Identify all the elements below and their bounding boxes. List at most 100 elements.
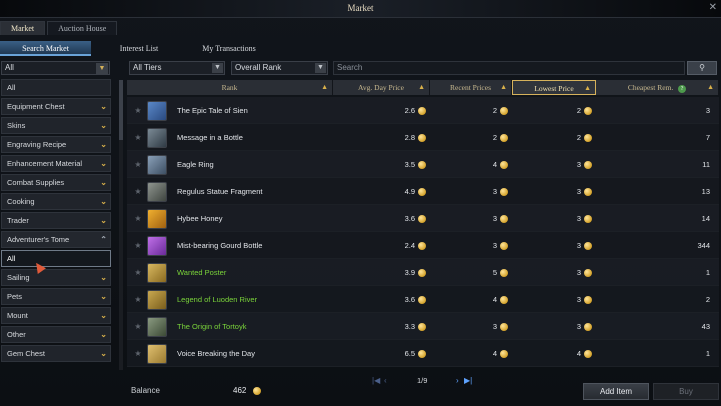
table-row[interactable]: ★ Hybee Honey 3.6 3 3 14 — [127, 205, 719, 232]
column-lowest-price[interactable]: Lowest Price ▲ — [512, 80, 596, 95]
favorite-star-icon[interactable]: ★ — [133, 205, 143, 232]
rank-dropdown[interactable]: Overall Rank ▼ — [231, 61, 328, 75]
category-other[interactable]: Other ⌄ — [1, 326, 111, 343]
category-adventurers-tome[interactable]: Adventurer's Tome ⌃ — [1, 231, 111, 248]
table-row[interactable]: ★ The Epic Tale of Sien 2.6 2 2 3 — [127, 97, 719, 124]
avg-price-cell: 3.6 — [333, 286, 430, 313]
column-rank[interactable]: Rank ▲ — [127, 80, 333, 95]
recent-price-value: 3 — [492, 187, 497, 196]
lowest-price-value: 3 — [576, 241, 581, 250]
item-name: Wanted Poster — [177, 268, 227, 277]
favorite-star-icon[interactable]: ★ — [133, 340, 143, 367]
table-row[interactable]: ★ Legend of Luoden River 3.6 4 3 2 — [127, 286, 719, 313]
category-gem-chest[interactable]: Gem Chest ⌄ — [1, 345, 111, 362]
column-avg-day-price[interactable]: Avg. Day Price ▲ — [333, 80, 430, 95]
cheapest-rem-value: 344 — [697, 241, 710, 250]
chevron-down-icon: ⌄ — [100, 216, 107, 225]
category-mount[interactable]: Mount ⌄ — [1, 307, 111, 324]
lowest-price-cell: 2 — [512, 124, 596, 151]
column-cheapest-rem[interactable]: Cheapest Rem. ? ▲ — [596, 80, 719, 95]
table-row[interactable]: ★ Eagle Ring 3.5 4 3 11 — [127, 151, 719, 178]
market-window: Market ✕ Market Auction House Search Mar… — [0, 0, 721, 406]
category-trader[interactable]: Trader ⌄ — [1, 212, 111, 229]
tab-search-market[interactable]: Search Market — [0, 41, 91, 56]
tab-my-transactions[interactable]: My Transactions — [187, 41, 271, 56]
cheapest-rem-cell: 43 — [596, 313, 719, 340]
favorite-star-icon[interactable]: ★ — [133, 259, 143, 286]
avg-price-cell: 4.9 — [333, 178, 430, 205]
category-combat-supplies[interactable]: Combat Supplies ⌄ — [1, 174, 111, 191]
tab-auction-house[interactable]: Auction House — [47, 21, 118, 35]
balance-value: 462 — [233, 386, 247, 395]
avg-price-value: 3.6 — [404, 214, 415, 223]
category-equipment-chest[interactable]: Equipment Chest ⌄ — [1, 98, 111, 115]
cheapest-rem-value: 1 — [705, 268, 710, 277]
first-page-icon[interactable]: |◀ — [372, 376, 380, 385]
category-enhancement-material[interactable]: Enhancement Material ⌄ — [1, 155, 111, 172]
tab-interest-list[interactable]: Interest List — [91, 41, 187, 56]
tier-dropdown[interactable]: All Tiers ▼ — [129, 61, 225, 75]
buy-button[interactable]: Buy — [653, 383, 719, 400]
table-row[interactable]: ★ Message in a Bottle 2.8 2 2 7 — [127, 124, 719, 151]
gold-coin-icon — [418, 134, 426, 142]
gold-coin-icon — [500, 296, 508, 304]
chevron-down-icon: ⌄ — [100, 121, 107, 130]
favorite-star-icon[interactable]: ★ — [133, 313, 143, 340]
category-pets[interactable]: Pets ⌄ — [1, 288, 111, 305]
category-label: Trader — [7, 216, 29, 225]
subcategory-all[interactable]: All — [1, 250, 111, 267]
close-icon[interactable]: ✕ — [709, 2, 717, 14]
category-list: All Equipment Chest ⌄ Skins ⌄ Engraving Re… — [1, 79, 111, 364]
table-row[interactable]: ★ Wanted Poster 3.9 5 3 1 — [127, 259, 719, 286]
gold-coin-icon — [584, 323, 592, 331]
category-engraving-recipe[interactable]: Engraving Recipe ⌄ — [1, 136, 111, 153]
search-button[interactable]: ⚲ — [687, 61, 717, 75]
favorite-star-icon[interactable]: ★ — [133, 232, 143, 259]
rank-cell: ★ Voice Breaking the Day — [127, 340, 333, 367]
table-row[interactable]: ★ Mist-bearing Gourd Bottle 2.4 3 3 344 — [127, 232, 719, 259]
favorite-star-icon[interactable]: ★ — [133, 151, 143, 178]
honey-icon — [147, 208, 167, 229]
rank-cell: ★ Message in a Bottle — [127, 124, 333, 151]
avg-price-cell: 3.6 — [333, 205, 430, 232]
category-label: Sailing — [7, 273, 30, 282]
favorite-star-icon[interactable]: ★ — [133, 178, 143, 205]
table-row[interactable]: ★ The Origin of Tortoyk 3.3 3 3 43 — [127, 313, 719, 340]
chevron-down-icon: ⌄ — [100, 140, 107, 149]
category-label: Pets — [7, 292, 23, 301]
lowest-price-value: 3 — [576, 187, 581, 196]
favorite-star-icon[interactable]: ★ — [133, 97, 143, 124]
prev-page-icon[interactable]: ‹ — [384, 376, 387, 385]
category-sailing[interactable]: Sailing ⌄ — [1, 269, 111, 286]
gold-coin-icon — [418, 107, 426, 115]
help-icon[interactable]: ? — [678, 85, 687, 93]
column-label: Avg. Day Price — [358, 83, 404, 92]
gold-coin-icon — [418, 242, 426, 250]
tab-market[interactable]: Market — [0, 21, 46, 35]
poster-icon — [147, 262, 167, 283]
add-item-button[interactable]: Add Item — [583, 383, 649, 400]
category-skins[interactable]: Skins ⌄ — [1, 117, 111, 134]
category-all[interactable]: All — [1, 79, 111, 96]
favorite-star-icon[interactable]: ★ — [133, 286, 143, 313]
favorite-star-icon[interactable]: ★ — [133, 124, 143, 151]
chevron-up-icon: ⌃ — [100, 235, 107, 244]
scrollbar-thumb[interactable] — [119, 80, 123, 140]
search-input[interactable]: Search — [333, 61, 685, 75]
window-title: Market — [347, 3, 374, 13]
table-row[interactable]: ★ Voice Breaking the Day 6.5 4 4 1 — [127, 340, 719, 367]
gold-coin-icon — [253, 387, 261, 395]
last-page-icon[interactable]: ▶| — [464, 376, 472, 385]
item-name: Eagle Ring — [177, 160, 214, 169]
category-filter-dropdown[interactable]: All ▼ — [1, 61, 110, 75]
table-row[interactable]: ★ Regulus Statue Fragment 4.9 3 3 13 — [127, 178, 719, 205]
next-page-icon[interactable]: › — [456, 376, 459, 385]
avg-price-cell: 2.8 — [333, 124, 430, 151]
balance-label: Balance — [131, 386, 160, 395]
category-cooking[interactable]: Cooking ⌄ — [1, 193, 111, 210]
recent-price-cell: 3 — [430, 178, 512, 205]
avg-price-cell: 2.6 — [333, 97, 430, 124]
column-recent-prices[interactable]: Recent Prices ▲ — [430, 80, 512, 95]
gold-coin-icon — [500, 107, 508, 115]
gold-coin-icon — [418, 161, 426, 169]
